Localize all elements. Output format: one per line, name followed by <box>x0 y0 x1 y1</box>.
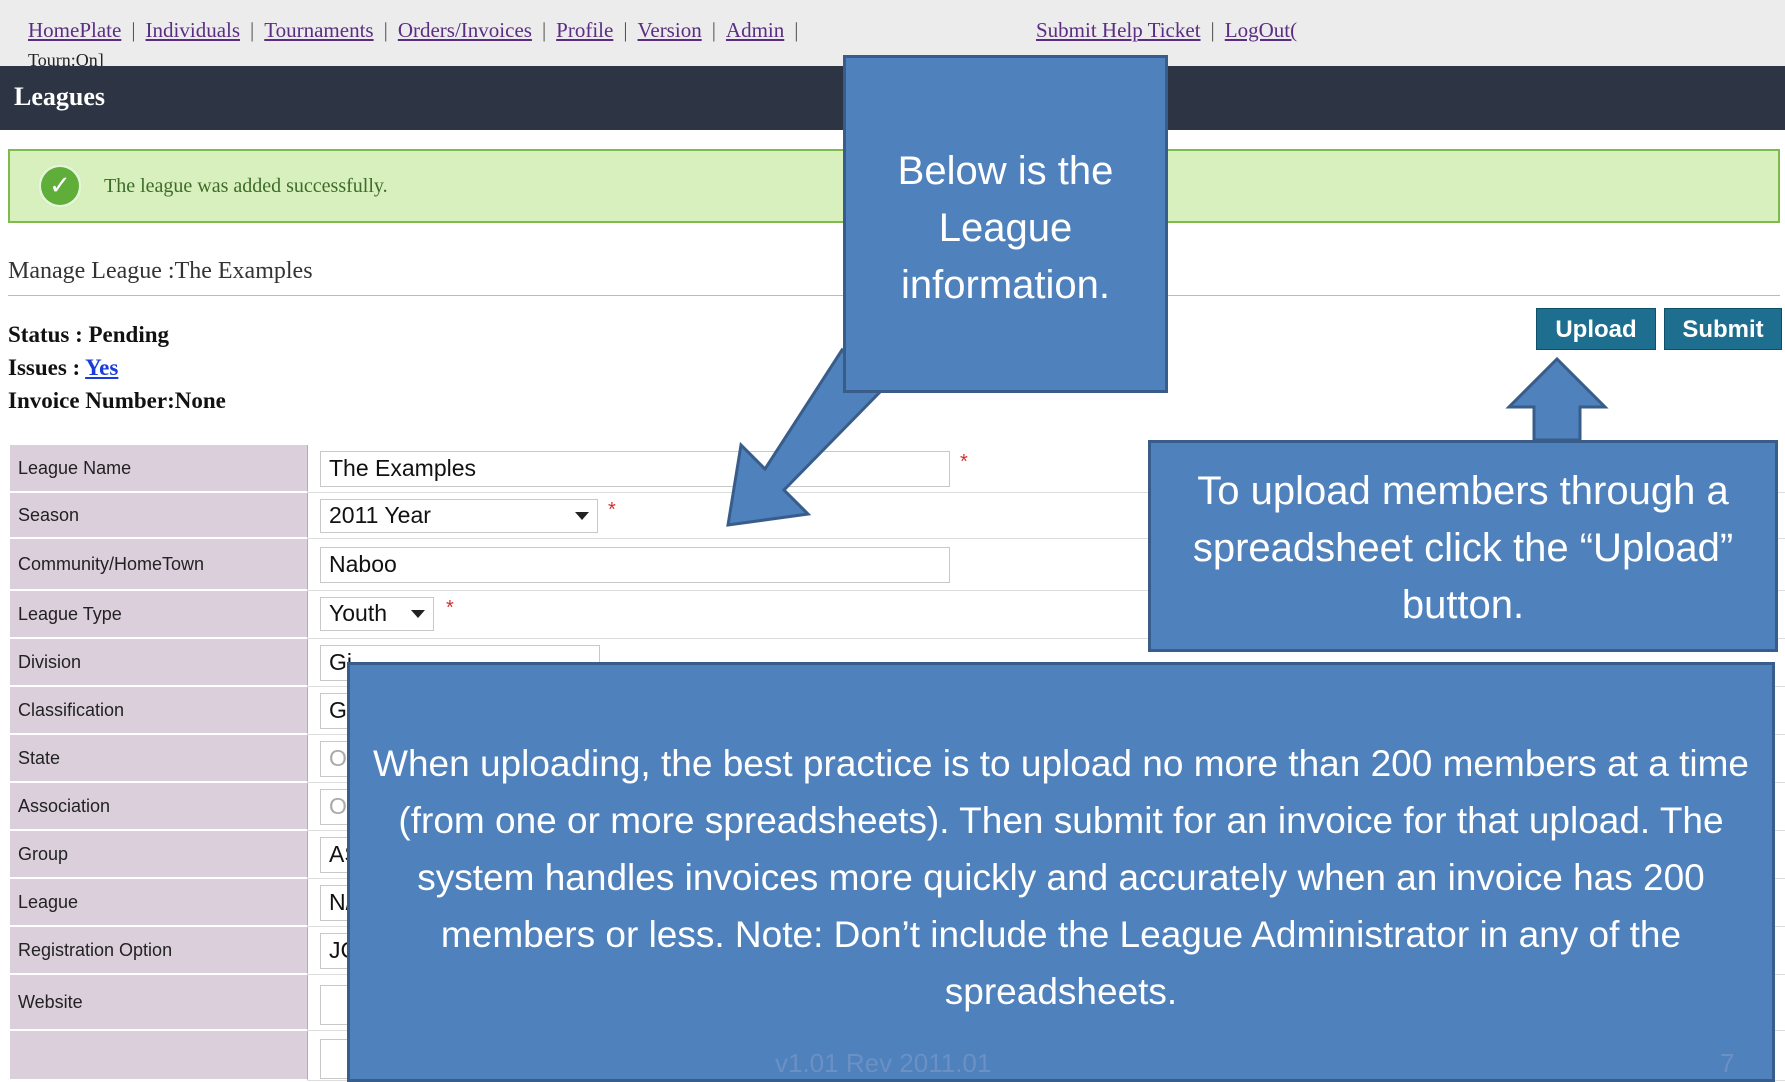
upload-info-callout: To upload members through a spreadsheet … <box>1148 440 1778 652</box>
version-footer: v1.01 Rev 2011.01 <box>775 1048 992 1078</box>
page-number: 7 <box>1720 1048 1735 1078</box>
arrow-up-icon <box>1505 356 1609 442</box>
best-practice-callout: When uploading, the best practice is to … <box>347 662 1775 1082</box>
league-info-callout: Below is the League information. <box>843 55 1168 393</box>
